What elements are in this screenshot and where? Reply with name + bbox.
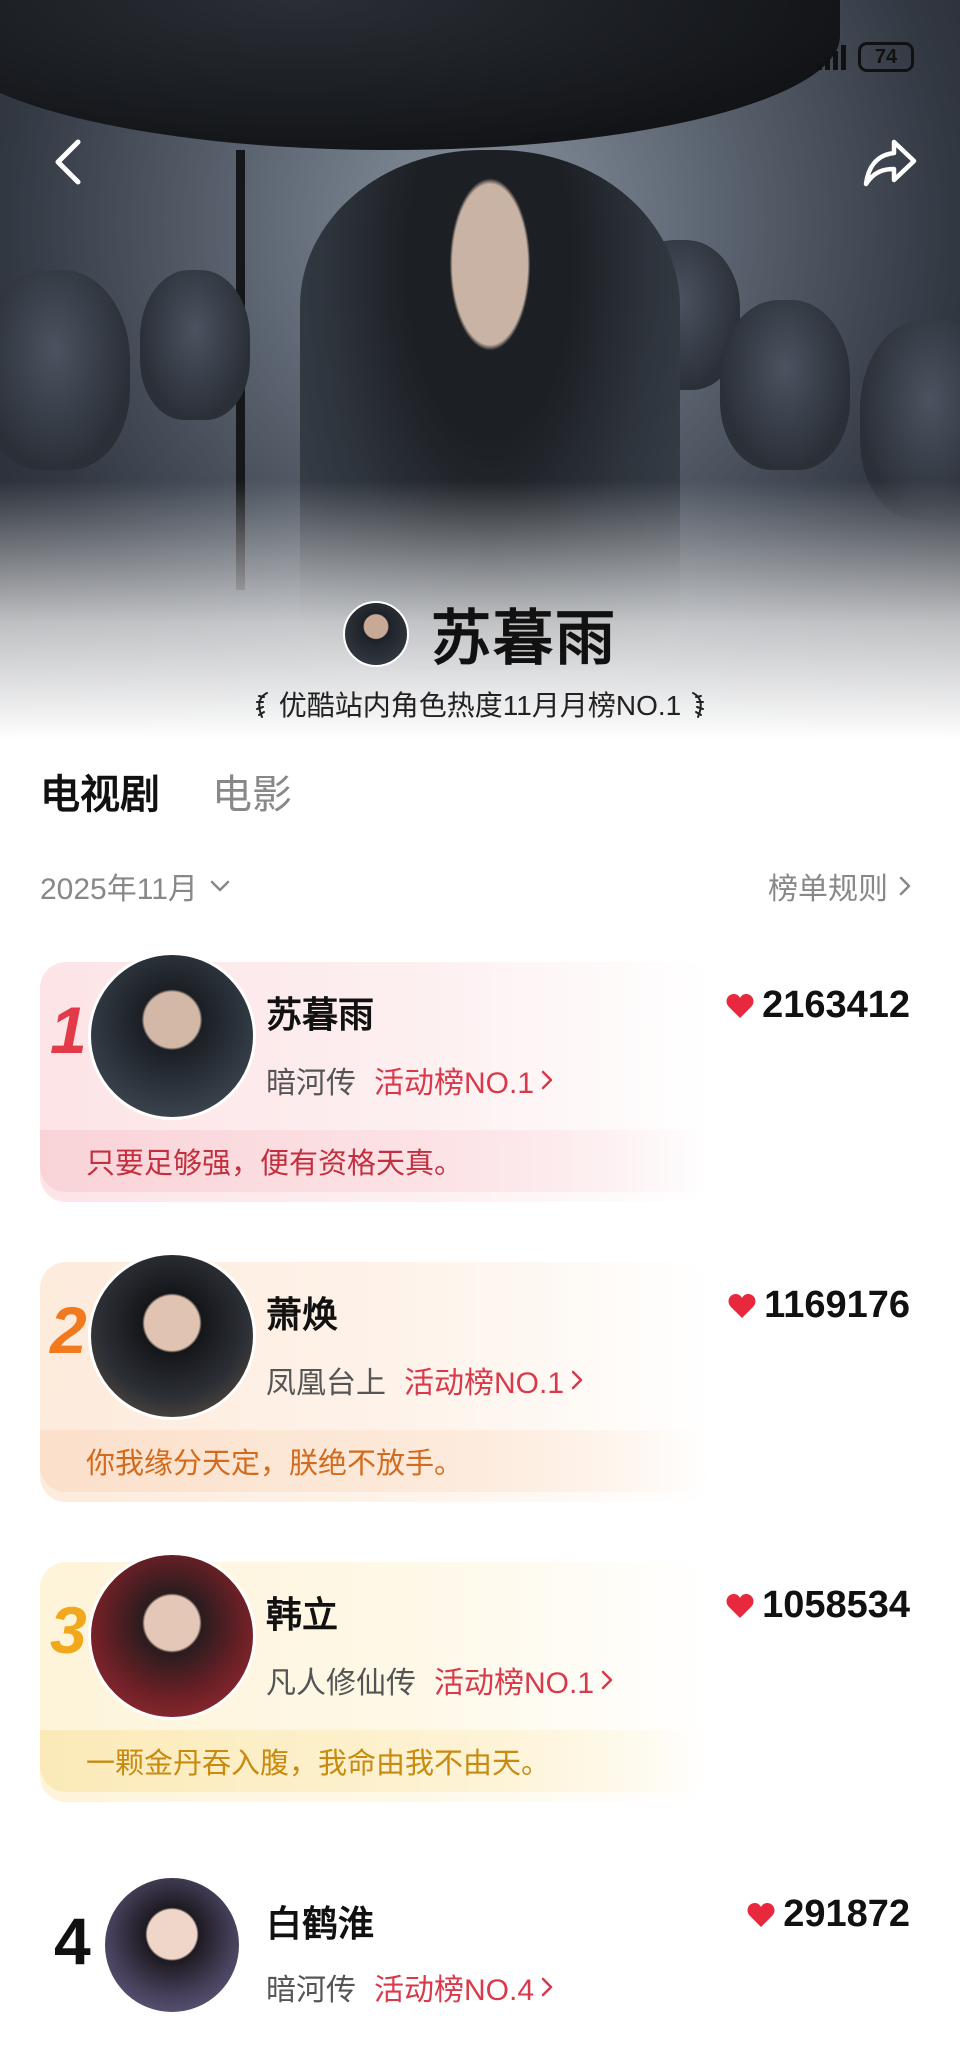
character-quote: 一颗金丹吞入腹，我命由我不由天。: [40, 1730, 710, 1792]
month-dropdown[interactable]: 2025年11月: [40, 864, 232, 908]
heat-score-value: 1169176: [764, 1284, 910, 1326]
hero-character-name: 苏暮雨: [431, 605, 617, 672]
chevron-down-icon: [210, 880, 230, 892]
rank-number: 3: [50, 1593, 87, 1667]
chevron-left-icon: [55, 139, 81, 185]
character-name: 韩立: [266, 1594, 339, 1635]
hero-masked-figure: [140, 270, 250, 420]
heat-score-value: 1058534: [762, 1584, 910, 1626]
character-avatar[interactable]: [88, 1552, 256, 1720]
activity-rank-label: 活动榜NO.1: [434, 1667, 595, 1700]
chevron-right-icon: [541, 1977, 553, 1997]
ranking-rules-link[interactable]: 榜单规则: [768, 864, 914, 908]
ranking-card[interactable]: 4 白鹤淮 暗河传 活动榜NO.4 291872: [40, 1875, 910, 2066]
activity-rank-label: 活动榜NO.1: [374, 1067, 535, 1100]
activity-rank-link[interactable]: 活动榜NO.4: [374, 1965, 554, 2009]
character-avatar[interactable]: [88, 952, 256, 1120]
character-avatar[interactable]: [88, 1252, 256, 1420]
back-button[interactable]: [40, 132, 100, 192]
character-quote: 你我缘分天定，朕绝不放手。: [40, 1430, 710, 1492]
heat-score: 291872: [747, 1893, 910, 1936]
chevron-right-icon: [601, 1670, 613, 1690]
signal-icon: [817, 44, 846, 70]
activity-rank-label: 活动榜NO.1: [404, 1367, 565, 1400]
filter-row: 2025年11月 榜单规则: [40, 864, 914, 908]
character-meta: 暗河传 活动榜NO.1: [266, 1058, 554, 1102]
activity-rank-label: 活动榜NO.4: [374, 1974, 535, 2007]
tab-tv-series[interactable]: 电视剧: [40, 762, 160, 820]
heart-icon: [747, 1902, 775, 1927]
drama-title: 暗河传: [266, 1974, 356, 2007]
activity-rank-link[interactable]: 活动榜NO.1: [404, 1358, 584, 1402]
character-meta: 凤凰台上 活动榜NO.1: [266, 1358, 584, 1402]
heat-score: 1058534: [726, 1584, 910, 1627]
category-tabs: 电视剧 电影: [40, 762, 292, 820]
month-value: 2025年11月: [40, 873, 198, 906]
hero-award-line: 优酷站内角色热度11月月榜NO.1: [0, 684, 960, 724]
character-name: 苏暮雨: [266, 994, 375, 1035]
hero-umbrella-image: [0, 0, 840, 150]
chevron-right-icon: [541, 1070, 553, 1090]
ranking-card[interactable]: 只要足够强，便有资格天真。 1 苏暮雨 暗河传 活动榜NO.1 2163412: [40, 952, 910, 1202]
hero-award-text: 优酷站内角色热度11月月榜NO.1: [278, 690, 682, 721]
character-meta: 凡人修仙传 活动榜NO.1: [266, 1658, 614, 1702]
laurel-right-icon: [692, 692, 705, 718]
activity-rank-link[interactable]: 活动榜NO.1: [434, 1658, 614, 1702]
chevron-right-icon: [571, 1370, 583, 1390]
heart-icon: [728, 1293, 756, 1318]
tab-movie[interactable]: 电影: [212, 762, 292, 820]
drama-title: 凤凰台上: [266, 1367, 386, 1400]
ranking-card[interactable]: 你我缘分天定，朕绝不放手。 2 萧焕 凤凰台上 活动榜NO.1 1169176: [40, 1252, 910, 1502]
character-meta: 暗河传 活动榜NO.4: [266, 1965, 554, 2009]
status-bar: 74: [817, 42, 914, 72]
rank-number: 4: [54, 1904, 91, 1978]
character-quote: 只要足够强，便有资格天真。: [40, 1130, 710, 1192]
heart-icon: [726, 1593, 754, 1618]
ranking-rules-label: 榜单规则: [768, 873, 888, 906]
heat-score: 1169176: [728, 1284, 910, 1327]
heat-score-value: 2163412: [762, 984, 910, 1026]
share-arrow-icon: [863, 139, 917, 187]
rank-number: 1: [50, 993, 87, 1067]
ranking-card[interactable]: 一颗金丹吞入腹，我命由我不由天。 3 韩立 凡人修仙传 活动榜NO.1 1058…: [40, 1552, 910, 1802]
hero-masked-figure: [720, 300, 850, 470]
hero-avatar: [343, 600, 409, 667]
drama-title: 凡人修仙传: [266, 1667, 416, 1700]
battery-indicator: 74: [858, 42, 914, 72]
heat-score-value: 291872: [783, 1893, 910, 1935]
drama-title: 暗河传: [266, 1067, 356, 1100]
chevron-right-icon: [899, 876, 911, 896]
heat-score: 2163412: [726, 984, 910, 1027]
heart-icon: [726, 993, 754, 1018]
character-name: 白鹤淮: [266, 1903, 375, 1944]
hero-masked-figure: [0, 270, 130, 470]
hero-title-row: 苏暮雨: [0, 590, 960, 677]
activity-rank-link[interactable]: 活动榜NO.1: [374, 1058, 554, 1102]
character-name: 萧焕: [266, 1294, 339, 1335]
rank-number: 2: [50, 1293, 87, 1367]
share-button[interactable]: [860, 132, 920, 192]
character-avatar[interactable]: [102, 1875, 242, 2015]
laurel-left-icon: [255, 692, 268, 718]
